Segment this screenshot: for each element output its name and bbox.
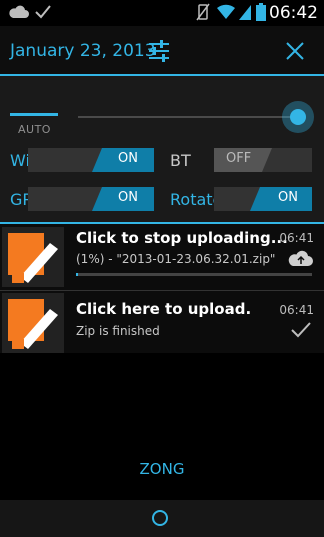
upload-progress-bar [76, 273, 312, 276]
carrier-label: ZONG [139, 460, 185, 478]
no-vibrate-icon [196, 3, 210, 21]
status-bar: 06:42 [0, 0, 324, 26]
rotate-toggle[interactable]: ON [214, 187, 312, 211]
cloud-upload-icon [288, 250, 313, 266]
wifi-toggle-state: ON [118, 151, 138, 166]
wifi-toggle[interactable]: ON [28, 148, 154, 172]
check-icon [35, 5, 51, 19]
gps-toggle[interactable]: ON [28, 187, 154, 211]
notification-subtitle: Zip is finished [76, 324, 160, 338]
cloud-icon [9, 5, 29, 18]
upload-ready-notification[interactable]: Click here to upload. 06:41 Zip is finis… [0, 291, 324, 353]
bt-toggle-state: OFF [226, 151, 252, 166]
brightness-slider-thumb[interactable] [282, 101, 314, 133]
sliders-icon[interactable] [146, 38, 172, 64]
notification-time: 06:41 [279, 231, 314, 245]
bt-toggle-label: BT [170, 151, 191, 170]
upload-progress-fill [76, 273, 79, 276]
notification-header: January 23, 2013 [0, 26, 324, 76]
auto-brightness-label[interactable]: AUTO [18, 123, 51, 136]
notification-subtitle: (1%) - "2013-01-23.06.32.01.zip" [76, 252, 276, 266]
upload-progress-notification[interactable]: Click to stop uploading... 06:41 (1%) - … [0, 224, 324, 290]
app-icon [2, 227, 64, 287]
close-icon[interactable] [282, 38, 308, 64]
drag-handle-icon[interactable] [152, 510, 168, 526]
app-icon [2, 293, 64, 353]
notification-title: Click here to upload. [76, 300, 252, 318]
notification-time: 06:41 [279, 303, 314, 317]
battery-icon [256, 3, 266, 21]
check-icon [291, 322, 311, 338]
auto-brightness-indicator[interactable] [10, 113, 58, 116]
clock: 06:42 [269, 3, 318, 23]
rotate-toggle-state: ON [278, 190, 298, 205]
brightness-slider[interactable] [78, 116, 298, 118]
wifi-icon [217, 4, 235, 19]
notification-title: Click to stop uploading... [76, 229, 288, 247]
bt-toggle[interactable]: OFF [214, 148, 312, 172]
date-label: January 23, 2013 [10, 41, 156, 61]
signal-icon [239, 5, 251, 20]
gps-toggle-state: ON [118, 190, 138, 205]
